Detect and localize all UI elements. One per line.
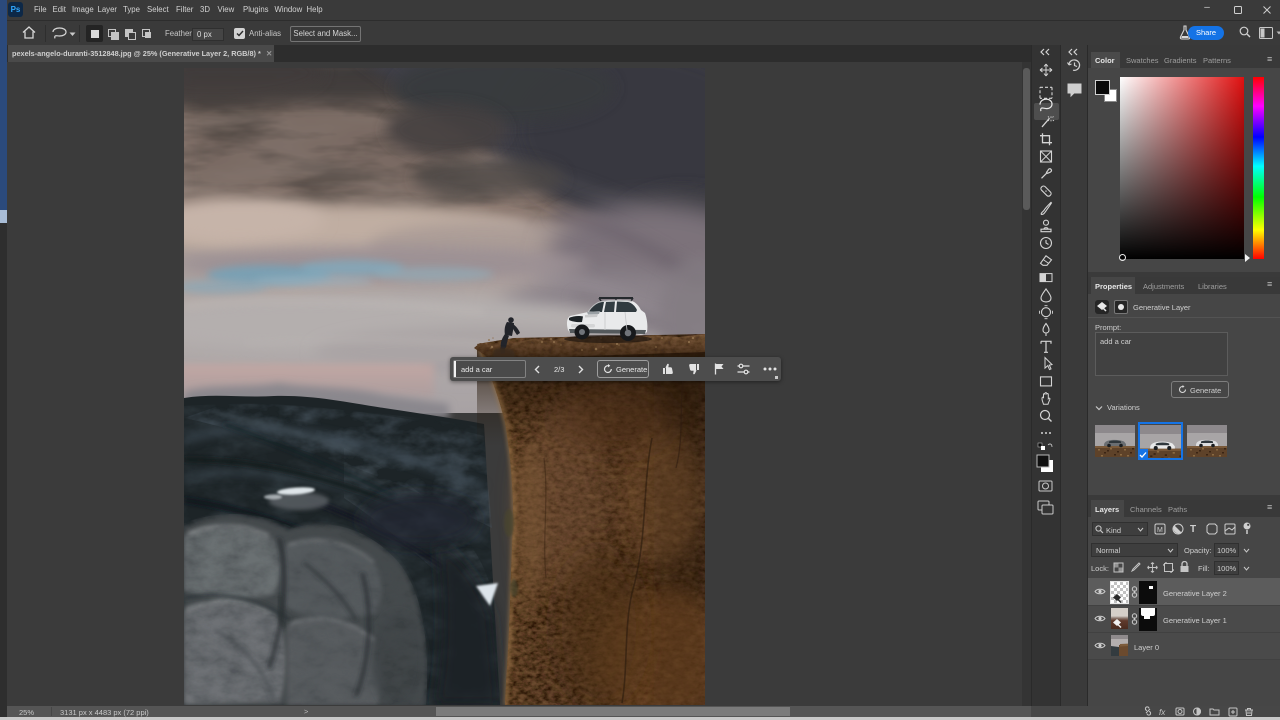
svg-text:M: M <box>1157 527 1163 534</box>
svg-text:fx: fx <box>1159 708 1166 717</box>
